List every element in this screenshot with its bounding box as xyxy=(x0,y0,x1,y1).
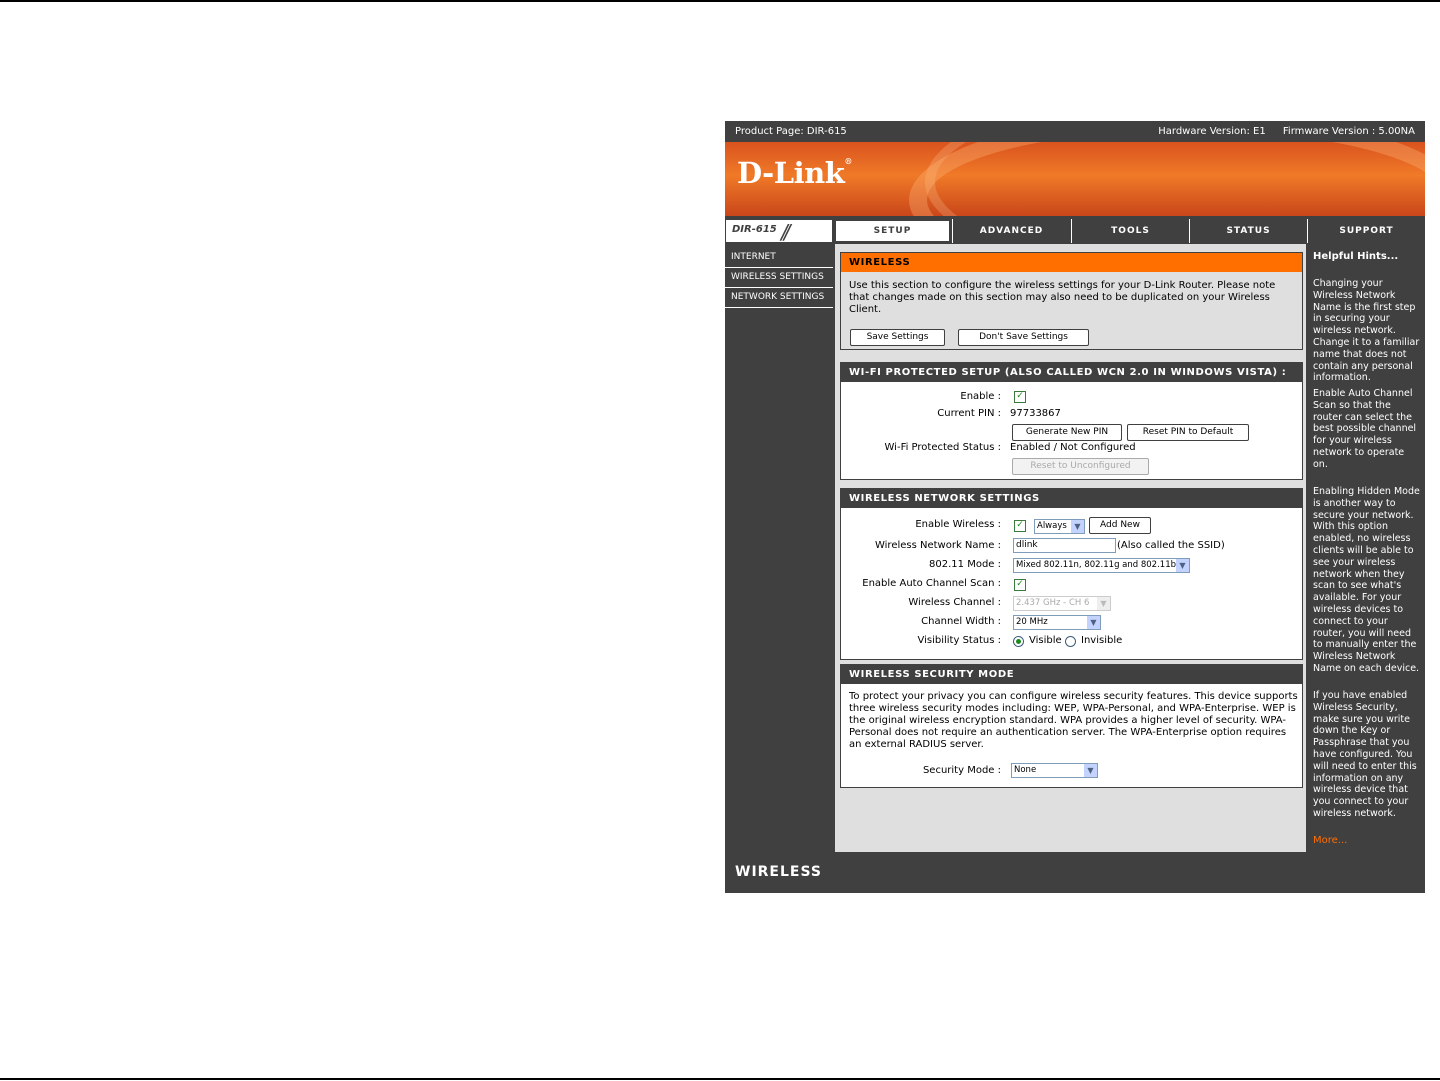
reset-pin-default-button[interactable]: Reset PIN to Default xyxy=(1127,424,1249,441)
current-pin-label: Current PIN : xyxy=(937,408,1001,419)
reset-to-unconfigured-button[interactable]: Reset to Unconfigured xyxy=(1012,458,1149,475)
dlink-logo: D-Link® xyxy=(737,156,852,190)
sidebar-item-internet[interactable]: INTERNET xyxy=(725,248,833,268)
hardware-version: Hardware Version: E1 xyxy=(1158,126,1266,137)
current-pin-value: 97733867 xyxy=(1010,408,1061,419)
main-content: WIRELESS Use this section to configure t… xyxy=(835,244,1306,852)
wps-status-label: Wi-Fi Protected Status : xyxy=(884,442,1001,453)
invisible-radio[interactable] xyxy=(1065,636,1076,647)
sidebar-nav: INTERNET WIRELESS SETTINGS NETWORK SETTI… xyxy=(725,247,833,308)
dont-save-settings-button[interactable]: Don't Save Settings xyxy=(958,329,1089,346)
slash-icon: // xyxy=(781,220,791,244)
schedule-value: Always xyxy=(1037,521,1067,531)
sidebar-item-wireless-settings[interactable]: WIRELESS SETTINGS xyxy=(725,268,833,288)
add-new-schedule-button[interactable]: Add New xyxy=(1089,517,1151,534)
hints-title: Helpful Hints... xyxy=(1313,251,1399,262)
wireless-security-section: WIRELESS SECURITY MODE To protect your p… xyxy=(840,664,1303,788)
enable-wireless-label: Enable Wireless : xyxy=(915,519,1001,530)
footer-bar: WIRELESS xyxy=(725,853,1425,893)
channel-width-select[interactable]: 20 MHz ▼ xyxy=(1013,615,1101,630)
invisible-label: Invisible xyxy=(1081,635,1123,646)
wps-section: WI-FI PROTECTED SETUP (ALSO CALLED WCN 2… xyxy=(840,362,1303,480)
more-link[interactable]: More... xyxy=(1313,835,1347,846)
sidebar-item-network-settings[interactable]: NETWORK SETTINGS xyxy=(725,288,833,308)
chevron-down-icon: ▼ xyxy=(1097,597,1110,610)
visible-label: Visible xyxy=(1029,635,1062,646)
ssid-label: Wireless Network Name : xyxy=(874,540,1001,551)
main-nav: DIR-615 // SETUP ADVANCED TOOLS STATUS S… xyxy=(725,219,1425,244)
channel-width-label: Channel Width : xyxy=(921,616,1001,627)
top-bar: Product Page: DIR-615 Hardware Version: … xyxy=(725,121,1425,142)
chevron-down-icon: ▼ xyxy=(1084,764,1097,777)
hint-paragraph: If you have enabled Wireless Security, m… xyxy=(1313,690,1417,819)
banner-decoration xyxy=(909,142,1425,216)
wps-enable-checkbox[interactable]: ✓ xyxy=(1014,391,1026,403)
product-page: Product Page: DIR-615 xyxy=(735,126,847,137)
section-title: WI-FI PROTECTED SETUP (ALSO CALLED WCN 2… xyxy=(841,363,1302,382)
wireless-mode-select[interactable]: Mixed 802.11n, 802.11g and 802.11b ▼ xyxy=(1013,558,1190,573)
auto-channel-label: Enable Auto Channel Scan : xyxy=(862,578,1001,589)
visible-radio[interactable] xyxy=(1013,636,1024,647)
hint-paragraph: Enable Auto Channel Scan so that the rou… xyxy=(1313,388,1417,470)
section-title: WIRELESS NETWORK SETTINGS xyxy=(841,489,1302,508)
wireless-network-settings-section: WIRELESS NETWORK SETTINGS Enable Wireles… xyxy=(840,488,1303,660)
tab-status[interactable]: STATUS xyxy=(1189,219,1307,243)
security-mode-value: None xyxy=(1014,765,1037,775)
brand-banner: D-Link® xyxy=(725,142,1425,216)
security-mode-select[interactable]: None ▼ xyxy=(1011,763,1098,778)
generate-new-pin-button[interactable]: Generate New PIN xyxy=(1012,424,1122,441)
tab-advanced[interactable]: ADVANCED xyxy=(952,219,1070,243)
logo-text: D-Link xyxy=(737,156,845,190)
security-description: To protect your privacy you can configur… xyxy=(849,691,1298,750)
check-icon: ✓ xyxy=(1016,579,1024,589)
width-value: 20 MHz xyxy=(1016,617,1048,627)
auto-channel-checkbox[interactable]: ✓ xyxy=(1014,579,1026,591)
firmware-version: Firmware Version : 5.00NA xyxy=(1282,126,1415,137)
chevron-down-icon: ▼ xyxy=(1176,559,1189,572)
security-mode-label: Security Mode : xyxy=(922,765,1001,776)
mode-label: 802.11 Mode : xyxy=(929,559,1001,570)
helpful-hints: Helpful Hints... Changing your Wireless … xyxy=(1308,244,1425,852)
registered-mark: ® xyxy=(844,156,852,166)
hint-paragraph: Changing your Wireless Network Name is t… xyxy=(1313,278,1420,384)
enable-wireless-checkbox[interactable]: ✓ xyxy=(1014,520,1026,532)
tab-setup[interactable]: SETUP xyxy=(834,219,951,243)
section-title: WIRELESS xyxy=(841,253,1302,272)
wps-status-value: Enabled / Not Configured xyxy=(1010,442,1136,453)
section-title: WIRELESS SECURITY MODE xyxy=(841,665,1302,684)
wireless-intro-section: WIRELESS Use this section to configure t… xyxy=(840,252,1303,350)
chevron-down-icon: ▼ xyxy=(1087,616,1100,629)
chevron-down-icon: ▼ xyxy=(1071,520,1084,533)
wireless-channel-select[interactable]: 2.437 GHz - CH 6 ▼ xyxy=(1013,596,1111,611)
footer-wireless-label: WIRELESS xyxy=(735,864,823,880)
version-info: Hardware Version: E1 Firmware Version : … xyxy=(1144,121,1415,142)
top-rule xyxy=(0,0,1440,2)
save-settings-button[interactable]: Save Settings xyxy=(850,329,945,346)
model-name: DIR-615 xyxy=(732,224,777,235)
check-icon: ✓ xyxy=(1016,520,1024,530)
tab-support[interactable]: SUPPORT xyxy=(1307,219,1425,243)
router-ui: Product Page: DIR-615 Hardware Version: … xyxy=(725,121,1425,893)
visibility-label: Visibility Status : xyxy=(917,635,1001,646)
check-icon: ✓ xyxy=(1016,391,1024,401)
bottom-rule xyxy=(0,1078,1440,1080)
model-badge: DIR-615 // xyxy=(726,220,832,244)
channel-value: 2.437 GHz - CH 6 xyxy=(1016,598,1090,608)
hint-paragraph: Enabling Hidden Mode is another way to s… xyxy=(1313,486,1420,674)
ssid-input[interactable]: dlink xyxy=(1013,538,1116,553)
sidebar: INTERNET WIRELESS SETTINGS NETWORK SETTI… xyxy=(725,244,833,852)
channel-label: Wireless Channel : xyxy=(908,597,1001,608)
intro-description: Use this section to configure the wirele… xyxy=(849,280,1276,315)
tab-tools[interactable]: TOOLS xyxy=(1071,219,1189,243)
mode-value: Mixed 802.11n, 802.11g and 802.11b xyxy=(1016,560,1176,570)
schedule-select[interactable]: Always ▼ xyxy=(1034,519,1085,534)
ssid-note: (Also called the SSID) xyxy=(1117,540,1225,551)
wps-enable-label: Enable : xyxy=(960,391,1001,402)
